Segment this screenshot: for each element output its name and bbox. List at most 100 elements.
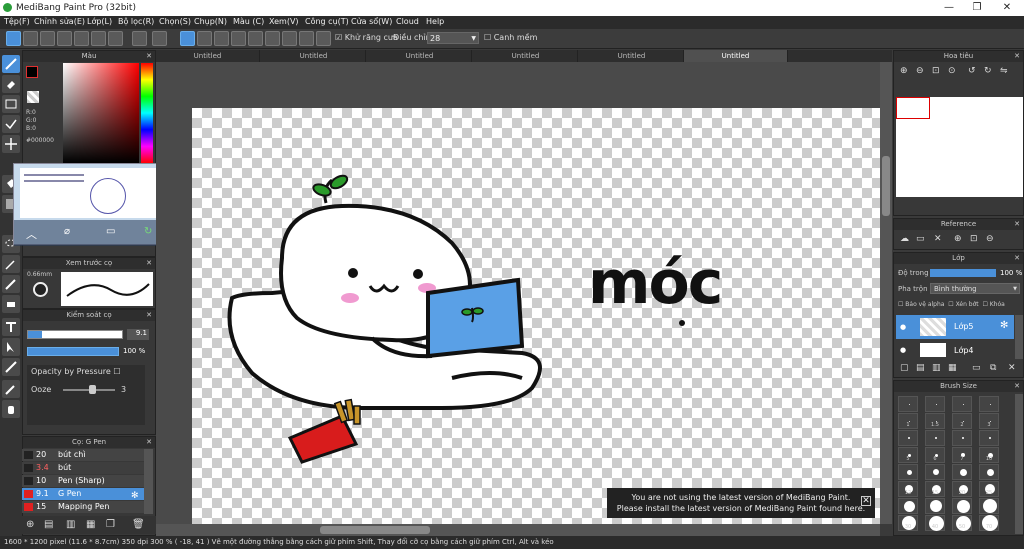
new-raster-icon[interactable]: ▤ (916, 363, 925, 373)
navigator-preview[interactable] (896, 97, 1023, 197)
brush-size-option[interactable]: 7 (952, 447, 972, 463)
new-brush-icon[interactable]: ▤ (44, 519, 53, 530)
share-status-icon[interactable]: ↻ (144, 226, 152, 237)
brush-size-option[interactable]: 50 (952, 515, 972, 531)
menu-window[interactable]: Cửa sổ(W) (351, 17, 392, 26)
zoom-in-icon[interactable]: ⊕ (954, 234, 962, 244)
tab-document-active[interactable]: Untitled (684, 50, 788, 62)
canvas-vscrollbar[interactable] (880, 62, 892, 524)
brush-size-option[interactable]: 15 (925, 481, 945, 497)
brush-size-option[interactable]: 20 (952, 481, 972, 497)
zoom-out-icon[interactable]: ⊖ (916, 66, 924, 76)
menu-edit[interactable]: Chỉnh sửa(E) (34, 17, 85, 26)
brush-size-option[interactable] (925, 498, 945, 514)
update-notice[interactable]: You are not using the latest version of … (607, 488, 875, 518)
menu-layer[interactable]: Lớp(L) (87, 17, 112, 26)
layer-opacity-slider[interactable] (930, 269, 996, 277)
clip-label[interactable]: Xén bớt (956, 301, 979, 308)
cross-snap-icon[interactable] (248, 31, 263, 46)
eye-icon[interactable]: ● (900, 323, 906, 331)
protect-alpha-label[interactable]: Bảo vệ alpha (905, 301, 944, 308)
brush-size-value[interactable]: 9.1 (127, 329, 149, 340)
close-icon[interactable]: ✕ (1014, 51, 1020, 62)
menu-file[interactable]: Tệp(F) (4, 17, 30, 26)
brush-size-option[interactable]: 10 (979, 447, 999, 463)
close-icon[interactable]: ✕ (146, 51, 152, 62)
close-icon[interactable]: ✕ (1014, 381, 1020, 392)
mic-off-icon[interactable]: ⌀ (64, 226, 70, 237)
duplicate-brush-icon[interactable]: ▥ (66, 519, 75, 530)
select-pen-tool[interactable] (2, 275, 20, 293)
brush-size-option[interactable]: 1.5 (925, 413, 945, 429)
close-icon[interactable]: ✕ (146, 310, 152, 321)
chevron-up-icon[interactable]: ︿ (26, 226, 37, 242)
menu-select[interactable]: Chọn(S) (159, 17, 191, 26)
brush-size-option[interactable] (952, 430, 972, 446)
menu-cloud[interactable]: Cloud (396, 17, 419, 26)
transparent-swatch[interactable] (27, 91, 39, 103)
cloud-icon[interactable] (6, 31, 21, 46)
brush-size-option[interactable] (979, 396, 999, 412)
brush-list-scrollbar[interactable] (144, 449, 153, 514)
rotate-left-icon[interactable]: ↺ (968, 66, 976, 76)
brush-size-option[interactable]: 1 (898, 413, 918, 429)
primary-color-swatch[interactable] (26, 66, 38, 78)
zoom-in-icon[interactable]: ⊕ (900, 66, 908, 76)
canvas[interactable]: móc (192, 108, 880, 524)
dot-tool[interactable] (2, 115, 20, 133)
fill-pen-tool[interactable] (2, 358, 20, 376)
tab-document[interactable]: Untitled (368, 50, 472, 62)
parallel-snap-icon[interactable] (197, 31, 212, 46)
brush-size-option[interactable]: 40 (925, 515, 945, 531)
minimize-button[interactable]: — (934, 0, 964, 16)
brush-size-option[interactable] (952, 498, 972, 514)
layer-row-selected[interactable]: ● Lớp5 ✻ (896, 315, 1014, 339)
brush-list-item[interactable]: 20 bút chì (22, 449, 144, 461)
brush-size-option[interactable] (979, 498, 999, 514)
brush-size-option[interactable] (925, 430, 945, 446)
eyedropper-tool[interactable] (2, 380, 20, 398)
add-brush-icon[interactable]: ⊕ (26, 519, 34, 530)
blend-mode-dropdown[interactable]: Bình thường ▼ (930, 283, 1020, 294)
grid-snap-icon[interactable] (214, 31, 229, 46)
folder-icon[interactable]: ▦ (86, 519, 95, 530)
close-icon[interactable]: ✕ (1014, 253, 1020, 264)
brush-list-item[interactable]: 10 Pen (Sharp) (22, 475, 144, 487)
brush-size-option[interactable]: 2 (952, 413, 972, 429)
layer-row[interactable]: ● Lớp4 (896, 341, 1014, 359)
menu-view[interactable]: Xem(V) (269, 17, 299, 26)
antialias-checkbox[interactable]: ☑ Khử răng cưa (335, 33, 398, 42)
circle-snap-icon[interactable] (265, 31, 280, 46)
comment-icon[interactable] (40, 31, 55, 46)
brush-size-option[interactable]: 25 (979, 481, 999, 497)
canvas-hscroll-thumb[interactable] (320, 526, 430, 534)
brush-size-option[interactable]: 12 (898, 481, 918, 497)
canvas-hscrollbar[interactable] (156, 524, 880, 536)
brush-size-option[interactable] (898, 464, 918, 480)
undo-icon[interactable] (132, 31, 147, 46)
brush-size-scrollbar[interactable] (1015, 394, 1023, 534)
eye-icon[interactable]: ● (900, 346, 906, 354)
brush-list-item[interactable]: 3.4 bút (22, 462, 144, 474)
new-halftone-icon[interactable]: ▥ (932, 363, 941, 373)
curve-snap-icon[interactable] (282, 31, 297, 46)
radial-snap-icon[interactable] (231, 31, 246, 46)
brush-size-option[interactable] (979, 464, 999, 480)
close-button[interactable]: ✕ (992, 0, 1022, 16)
close-icon[interactable]: ✕ (146, 437, 152, 448)
delete-brush-icon[interactable]: 🗑 (132, 519, 145, 530)
folder-icon[interactable]: ▭ (972, 363, 981, 373)
hue-slider[interactable] (141, 63, 153, 163)
canvas-vscroll-thumb[interactable] (882, 156, 890, 216)
brush-size-option[interactable]: 70 (979, 515, 999, 531)
settings-snap-icon[interactable] (316, 31, 331, 46)
brush-size-option[interactable] (925, 464, 945, 480)
brush-size-option[interactable]: 3 (979, 413, 999, 429)
opacity-pressure-checkbox[interactable]: Opacity by Pressure ☐ (31, 367, 121, 376)
brush-size-option[interactable]: 30 (898, 515, 918, 531)
operation-tool[interactable] (2, 338, 20, 356)
actual-size-icon[interactable]: ⊙ (948, 66, 956, 76)
brush-size-option[interactable] (979, 430, 999, 446)
brush-size-option[interactable] (898, 430, 918, 446)
brush-size-slider[interactable] (27, 330, 123, 339)
